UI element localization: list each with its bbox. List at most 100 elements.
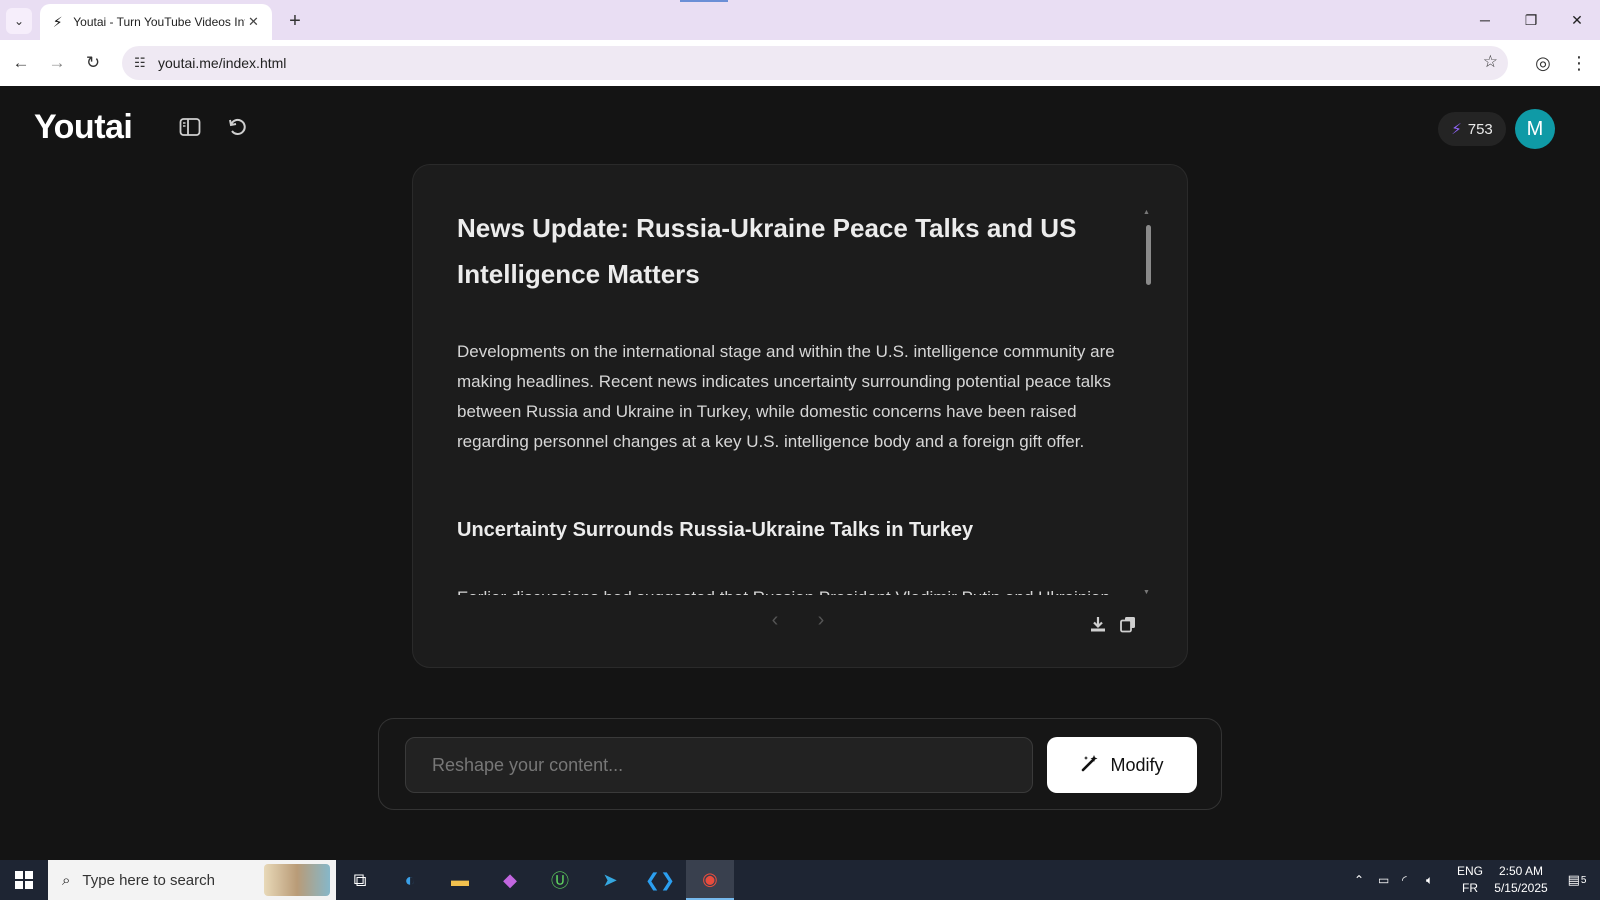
file-explorer-app[interactable]: ▬	[436, 860, 484, 900]
copy-button[interactable]	[1117, 613, 1139, 635]
browser-tab-bar: ⌄ ⚡ Youtai - Turn YouTube Videos Into ✕ …	[0, 0, 1600, 40]
browser-menu-button[interactable]: ⋮	[1566, 50, 1592, 76]
previous-version-button[interactable]: ‹	[763, 609, 787, 632]
new-tab-button[interactable]: +	[282, 8, 308, 34]
notification-icon: ▤	[1567, 872, 1580, 887]
next-version-button[interactable]: ›	[809, 609, 833, 632]
folder-icon: ▬	[451, 869, 469, 890]
tab-search-button[interactable]: ⌄	[6, 8, 32, 34]
plus-icon: +	[289, 9, 301, 32]
windows-logo-icon	[15, 871, 33, 889]
chrome-app[interactable]: ◉	[686, 860, 734, 900]
task-view-button[interactable]: ⧉	[336, 860, 384, 900]
chevron-up-icon: ⌃	[1354, 873, 1365, 887]
undo-icon	[229, 118, 246, 135]
chevron-down-icon: ⌄	[13, 14, 25, 28]
credits-count: 753	[1467, 120, 1493, 138]
kebab-menu-icon: ⋮	[1570, 52, 1588, 73]
address-url[interactable]: youtai.me/index.html	[158, 55, 286, 71]
chevron-right-icon: ›	[817, 609, 825, 631]
minimize-icon: ─	[1480, 12, 1490, 28]
scroll-down-arrow[interactable]: ▼	[1143, 589, 1150, 596]
bolt-icon: ⚡	[1451, 121, 1462, 138]
clock-date: 5/15/2025	[1494, 881, 1548, 895]
address-bar[interactable]: ☷ youtai.me/index.html ☆	[122, 46, 1508, 80]
profile-button[interactable]: ◎	[1530, 50, 1556, 76]
window-controls: ─ ❐ ✕	[1462, 0, 1600, 40]
speaker-icon: 🔈︎	[1426, 872, 1434, 887]
browser-toolbar: ← → ↻ ☷ youtai.me/index.html ☆ ◎ ⋮	[0, 40, 1600, 86]
star-icon[interactable]: ☆	[1483, 52, 1498, 72]
app-main: Youtai ⚡ 753 M News Update: Russia-Ukrai…	[0, 86, 1600, 860]
volume-indicator[interactable]: 🔈︎	[1426, 860, 1433, 900]
scroll-up-arrow[interactable]: ▲	[1143, 209, 1150, 216]
chrome-icon: ◉	[702, 868, 718, 889]
task-view-icon: ⧉	[353, 869, 367, 890]
clock-time: 2:50 AM	[1498, 864, 1544, 878]
taskbar: ⌕ Type here to search ⧉ ◐ ▬ ◆ Ⓤ ➤ ❮❯ ◉ ⌃…	[0, 860, 1600, 900]
close-icon: ✕	[1571, 11, 1583, 28]
microsoft-365-app[interactable]: ◆	[486, 860, 534, 900]
upwork-app[interactable]: Ⓤ	[536, 860, 584, 900]
search-highlight-image	[264, 864, 330, 896]
magic-wand-icon	[1080, 753, 1100, 778]
minimize-button[interactable]: ─	[1462, 0, 1508, 40]
close-window-button[interactable]: ✕	[1554, 0, 1600, 40]
m365-icon: ◆	[503, 869, 517, 890]
taskbar-search-placeholder: Type here to search	[82, 871, 215, 889]
modify-button[interactable]: Modify	[1047, 737, 1197, 793]
start-button[interactable]	[0, 860, 48, 900]
telegram-icon: ➤	[602, 869, 618, 890]
tune-icon[interactable]: ☷	[134, 55, 154, 71]
vscode-app[interactable]: ❮❯	[636, 860, 684, 900]
history-button[interactable]	[224, 114, 250, 140]
search-icon: ⌕	[62, 871, 71, 889]
battery-icon: ▭	[1378, 873, 1390, 887]
chevron-left-icon: ‹	[771, 609, 779, 631]
article-intro: Developments on the international stage …	[457, 342, 1115, 451]
user-circle-icon: ◎	[1535, 52, 1551, 73]
content-card: News Update: Russia-Ukraine Peace Talks …	[412, 164, 1188, 668]
arrow-left-icon: ←	[12, 53, 30, 72]
language-indicator[interactable]: ENG FR	[1452, 863, 1488, 897]
network-indicator[interactable]: ◜	[1402, 860, 1407, 900]
scrollbar-thumb[interactable]	[1146, 225, 1151, 285]
section-text: Earlier discussions had suggested that R…	[457, 583, 1137, 595]
keyboard-layout: FR	[1462, 881, 1478, 895]
vscode-icon: ❮❯	[644, 869, 676, 890]
section-heading: Uncertainty Surrounds Russia-Ukraine Tal…	[457, 519, 974, 541]
toggle-sidebar-button[interactable]	[177, 114, 203, 140]
copy-icon	[1120, 617, 1135, 633]
prompt-bar: Modify	[378, 718, 1222, 810]
language-code: ENG	[1456, 864, 1483, 878]
clock[interactable]: 2:50 AM 5/15/2025	[1486, 863, 1556, 897]
edge-app[interactable]: ◐	[386, 860, 434, 900]
modify-button-label: Modify	[1110, 754, 1164, 775]
reload-icon: ↻	[85, 53, 101, 72]
browser-tab-active[interactable]: ⚡ Youtai - Turn YouTube Videos Into ✕	[40, 4, 272, 40]
notification-center-button[interactable]: ▤ 5	[1560, 860, 1594, 900]
close-icon[interactable]: ✕	[245, 14, 262, 30]
tab-title: Youtai - Turn YouTube Videos Into	[73, 15, 245, 29]
restore-icon: ❐	[1524, 11, 1538, 28]
tab-drag-indicator	[680, 0, 728, 2]
app-logo[interactable]: Youtai	[34, 108, 133, 147]
arrow-right-icon: →	[48, 53, 66, 72]
bolt-icon: ⚡	[52, 14, 63, 30]
download-button[interactable]	[1087, 613, 1109, 635]
taskbar-search[interactable]: ⌕ Type here to search	[48, 860, 336, 900]
back-button[interactable]: ←	[8, 50, 34, 76]
edge-icon: ◐	[404, 869, 416, 890]
reload-button[interactable]: ↻	[80, 50, 106, 76]
download-icon	[1091, 617, 1105, 632]
battery-indicator[interactable]: ▭	[1378, 860, 1389, 900]
forward-button[interactable]: →	[44, 50, 70, 76]
avatar[interactable]: M	[1515, 109, 1555, 149]
telegram-app[interactable]: ➤	[586, 860, 634, 900]
article-title: News Update: Russia-Ukraine Peace Talks …	[457, 213, 1077, 289]
restore-button[interactable]: ❐	[1508, 0, 1554, 40]
article-scroll-area[interactable]: News Update: Russia-Ukraine Peace Talks …	[457, 205, 1137, 595]
show-hidden-icons-button[interactable]: ⌃	[1354, 860, 1364, 900]
credits-badge[interactable]: ⚡ 753	[1438, 112, 1506, 146]
reshape-input[interactable]	[405, 737, 1033, 793]
